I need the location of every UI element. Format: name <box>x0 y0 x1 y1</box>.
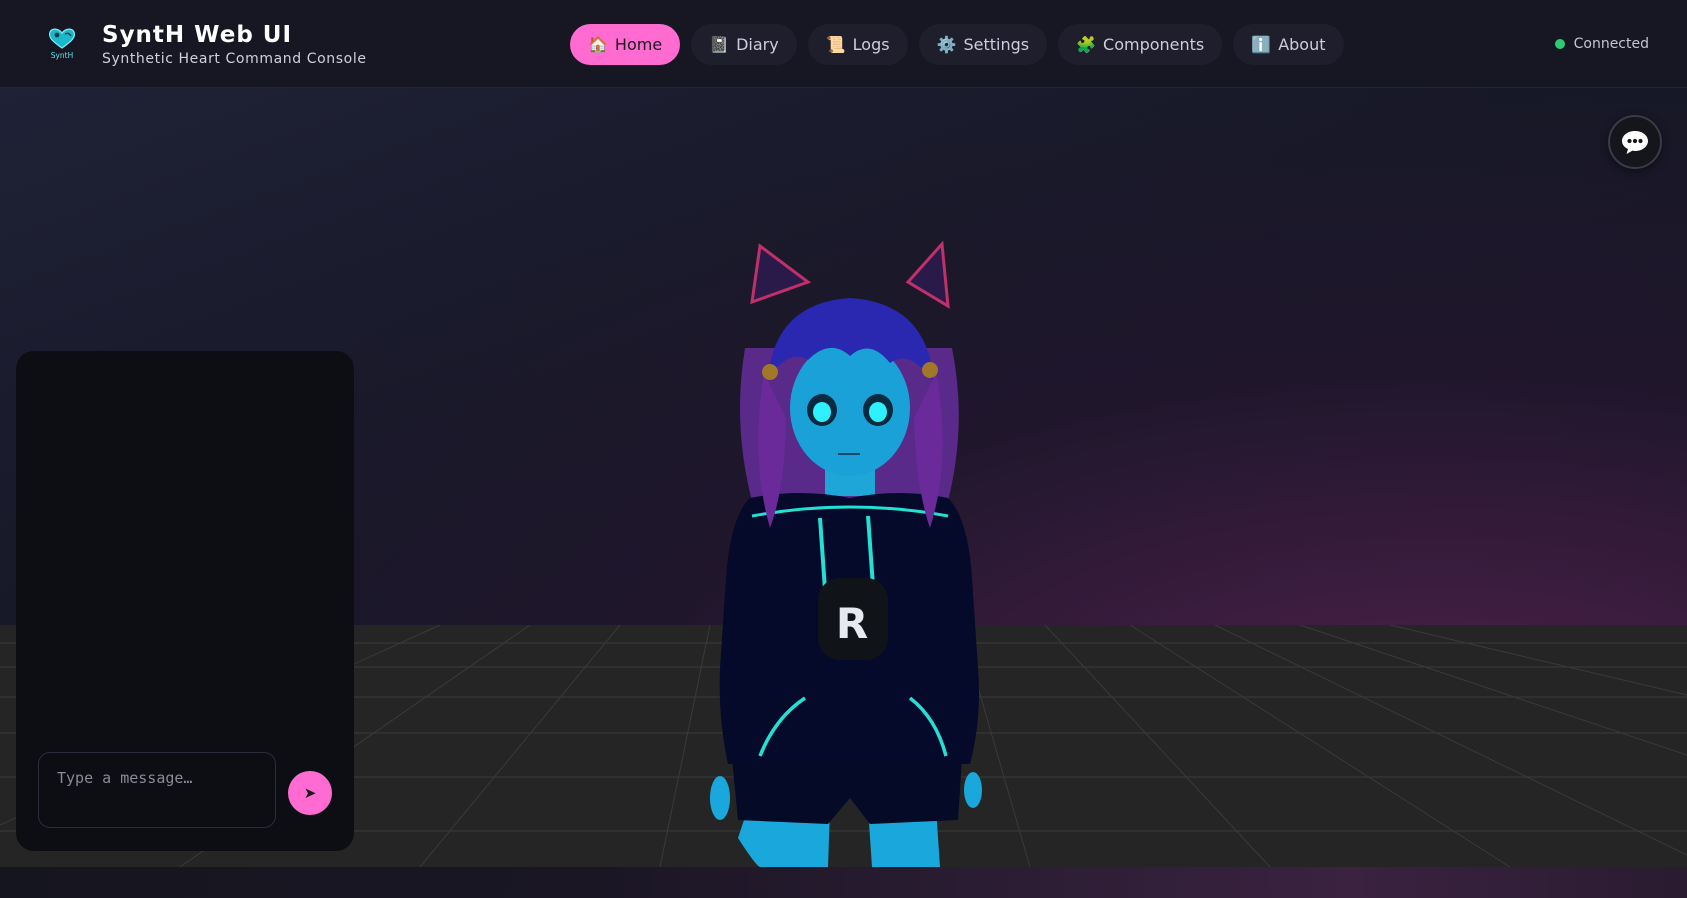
app-subtitle: Synthetic Heart Command Console <box>102 51 367 67</box>
notebook-icon: 📓 <box>709 35 730 54</box>
synth-heart-logo-icon: SyntH <box>48 28 76 60</box>
avatar-viewport[interactable]: R ➤ <box>0 88 1687 867</box>
app-header: SyntH SyntH Web UI Synthetic Heart Comma… <box>0 0 1687 88</box>
status-dot-icon <box>1554 39 1565 49</box>
speech-bubble-icon <box>1622 131 1648 154</box>
status-label: Connected <box>1573 36 1649 52</box>
tab-about[interactable]: ℹ️ About <box>1233 24 1344 65</box>
tab-logs[interactable]: 📜 Logs <box>807 24 908 65</box>
tab-label: Logs <box>852 35 890 54</box>
home-icon: 🏠 <box>588 35 608 54</box>
tab-label: About <box>1278 35 1326 54</box>
info-icon: ℹ️ <box>1251 35 1272 54</box>
tab-components[interactable]: 🧩 Components <box>1058 24 1223 65</box>
bottom-strip <box>0 867 1687 898</box>
vtuber-avatar: R <box>710 240 982 867</box>
svg-text:SyntH: SyntH <box>51 51 74 60</box>
chat-toggle-button[interactable] <box>1608 115 1662 169</box>
tab-diary[interactable]: 📓 Diary <box>691 24 797 65</box>
tab-label: Diary <box>736 35 779 54</box>
tab-settings[interactable]: ⚙️ Settings <box>918 24 1048 65</box>
send-button[interactable]: ➤ <box>288 771 332 815</box>
puzzle-icon: 🧩 <box>1076 35 1097 54</box>
connection-status: Connected <box>1554 36 1649 52</box>
message-input[interactable] <box>38 752 276 828</box>
tab-label: Settings <box>963 35 1030 54</box>
app-title: SyntH Web UI <box>102 22 293 48</box>
tab-label: Home <box>614 35 663 54</box>
main-nav: 🏠 Home 📓 Diary 📜 Logs ⚙️ Settings 🧩 Comp… <box>570 24 1344 65</box>
scroll-icon: 📜 <box>825 35 846 54</box>
tab-home[interactable]: 🏠 Home <box>570 24 681 65</box>
chat-panel: ➤ <box>16 351 354 851</box>
gear-icon: ⚙️ <box>936 35 957 54</box>
send-arrow-icon: ➤ <box>303 785 317 802</box>
tab-label: Components <box>1103 35 1205 54</box>
svg-text:R: R <box>836 599 868 648</box>
